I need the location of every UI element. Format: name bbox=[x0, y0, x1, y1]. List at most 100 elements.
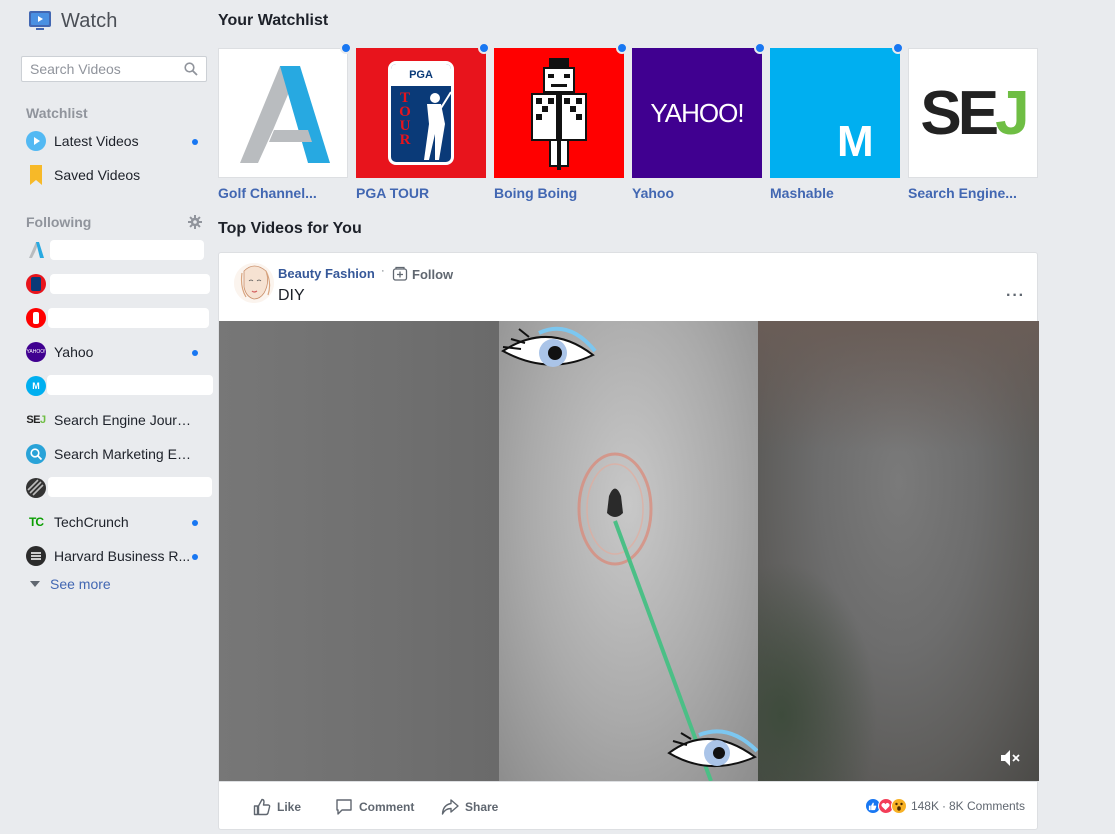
watchlist-card-name: PGA TOUR bbox=[356, 185, 430, 201]
like-button[interactable]: Like bbox=[253, 798, 301, 816]
pga-tour-logo: PGA TOUR bbox=[356, 48, 486, 178]
watchlist-heading: Watchlist bbox=[26, 105, 88, 121]
search-input[interactable] bbox=[22, 57, 172, 81]
redacted-label bbox=[48, 308, 209, 328]
techcrunch-icon: TC bbox=[29, 515, 44, 529]
comment-button[interactable]: Comment bbox=[335, 798, 414, 816]
new-indicator bbox=[616, 42, 628, 54]
pga-tour-icon bbox=[26, 274, 46, 294]
watchlist-card-name: Yahoo bbox=[632, 185, 675, 201]
new-indicator bbox=[754, 42, 766, 54]
more-options-button[interactable]: ··· bbox=[1006, 287, 1025, 305]
sidebar-item-label: Saved Videos bbox=[54, 167, 141, 183]
redacted-label bbox=[47, 375, 213, 395]
watchlist-card-name: Mashable bbox=[770, 185, 834, 201]
sidebar-item-latest-videos[interactable]: Latest Videos bbox=[26, 128, 206, 154]
sidebar-item-techcrunch[interactable]: TC TechCrunch bbox=[26, 509, 206, 535]
redacted-label bbox=[50, 274, 210, 294]
video-player[interactable] bbox=[219, 321, 1039, 781]
comments-count-link[interactable]: 8K Comments bbox=[949, 799, 1025, 813]
search-icon[interactable] bbox=[184, 62, 198, 76]
mashable-logo: M bbox=[770, 48, 900, 178]
separator-dot: · bbox=[941, 799, 946, 813]
new-indicator bbox=[478, 42, 490, 54]
chevron-down-icon bbox=[30, 581, 40, 587]
watchlist-card-name: Boing Boing bbox=[494, 185, 578, 201]
avatar[interactable] bbox=[234, 263, 274, 303]
sej-icon: SEJ bbox=[26, 414, 46, 426]
golf-channel-logo bbox=[218, 48, 348, 178]
bookmark-icon bbox=[26, 165, 46, 185]
sidebar-item-label: Latest Videos bbox=[54, 133, 139, 149]
dark-sphere-icon bbox=[26, 478, 46, 498]
post-actions-bar: Like Comment Share 148K · 8K Comments bbox=[219, 781, 1037, 831]
watchlist-card-mashable[interactable]: M Mashable bbox=[770, 42, 904, 201]
sidebar-item-label: TechCrunch bbox=[54, 514, 129, 530]
hbr-icon bbox=[26, 546, 46, 566]
top-videos-heading: Top Videos for You bbox=[218, 220, 362, 237]
mute-icon[interactable] bbox=[999, 749, 1021, 767]
watchlist-card-pga-tour[interactable]: PGA TOUR PGA TOUR bbox=[356, 42, 490, 201]
boing-boing-icon bbox=[26, 308, 46, 328]
watch-tv-icon bbox=[29, 11, 51, 30]
like-label: Like bbox=[277, 800, 302, 814]
pga-main-text: TOUR bbox=[397, 90, 413, 146]
new-indicator bbox=[892, 42, 904, 54]
yahoo-logo: YAHOO! bbox=[632, 48, 762, 178]
sidebar-item-yahoo[interactable]: YAHOO! Yahoo bbox=[26, 339, 206, 365]
sidebar-item-label: Search Engine Journal bbox=[54, 412, 194, 428]
sidebar-item-label: Yahoo bbox=[54, 344, 94, 360]
sej-logo-accent: J bbox=[995, 78, 1030, 148]
mashable-icon: M bbox=[26, 376, 46, 396]
share-label: Share bbox=[465, 800, 499, 814]
see-more-link[interactable]: See more bbox=[30, 576, 111, 592]
eye-sticker-top bbox=[501, 326, 597, 367]
gear-icon[interactable] bbox=[188, 215, 202, 229]
sidebar-item-saved-videos[interactable]: Saved Videos bbox=[26, 162, 206, 188]
yahoo-icon: YAHOO! bbox=[26, 342, 46, 362]
watchlist-card-name: Search Engine... bbox=[908, 185, 1017, 201]
reactions-summary[interactable]: 148K · 8K Comments bbox=[864, 798, 1025, 814]
watch-brand[interactable]: Watch bbox=[28, 9, 117, 33]
boing-boing-logo bbox=[494, 48, 624, 178]
follow-icon bbox=[392, 266, 408, 281]
post-title: DIY bbox=[278, 287, 305, 304]
yahoo-logo-text: YAHOO! bbox=[650, 97, 744, 128]
watchlist-card-boing-boing[interactable]: Boing Boing bbox=[494, 42, 628, 201]
sidebar-item-label: Harvard Business R... bbox=[54, 548, 191, 564]
left-sidebar: Watch Watchlist Latest Videos Saved Vide… bbox=[0, 0, 214, 834]
comment-label: Comment bbox=[359, 800, 415, 814]
follow-button[interactable]: Follow bbox=[392, 266, 453, 282]
sidebar-item-harvard-business-review[interactable]: Harvard Business R... bbox=[26, 543, 206, 569]
page-name-link[interactable]: Beauty Fashion bbox=[278, 266, 375, 281]
comment-icon bbox=[336, 799, 352, 815]
sidebar-item-search-marketing-expo[interactable]: Search Marketing Expo bbox=[26, 441, 206, 467]
pga-top-text: PGA bbox=[391, 64, 451, 86]
follow-label: Follow bbox=[412, 266, 454, 282]
sidebar-item-search-engine-journal[interactable]: SEJ Search Engine Journal bbox=[26, 407, 206, 433]
new-indicator bbox=[192, 350, 198, 356]
redacted-label bbox=[48, 477, 212, 497]
watchlist-card-golf-channel[interactable]: Golf Channel... bbox=[218, 42, 352, 201]
watchlist-card-search-engine-journal[interactable]: SEJ Search Engine... bbox=[908, 48, 1038, 201]
eye-sticker-bottom bbox=[667, 729, 759, 767]
golf-channel-icon bbox=[26, 240, 46, 260]
separator-dot: · bbox=[381, 265, 385, 277]
thumbs-up-icon bbox=[253, 798, 271, 816]
redacted-label bbox=[50, 240, 204, 260]
post-header: Beauty Fashion · Follow DIY ··· bbox=[219, 253, 1037, 321]
video-post: Beauty Fashion · Follow DIY ··· Like Com… bbox=[218, 252, 1039, 831]
share-button[interactable]: Share bbox=[441, 798, 498, 816]
new-indicator bbox=[192, 139, 198, 145]
new-indicator bbox=[340, 42, 352, 54]
mashable-logo-text: M bbox=[837, 117, 874, 166]
wow-reaction-icon bbox=[890, 798, 907, 814]
your-watchlist-heading: Your Watchlist bbox=[218, 12, 329, 29]
share-icon bbox=[441, 799, 459, 815]
sme-icon bbox=[26, 444, 46, 464]
new-indicator bbox=[192, 520, 198, 526]
watchlist-card-name: Golf Channel... bbox=[218, 185, 317, 201]
new-indicator bbox=[192, 554, 198, 560]
watchlist-card-yahoo[interactable]: YAHOO! Yahoo bbox=[632, 42, 766, 201]
sej-logo-text: SE bbox=[920, 78, 999, 148]
